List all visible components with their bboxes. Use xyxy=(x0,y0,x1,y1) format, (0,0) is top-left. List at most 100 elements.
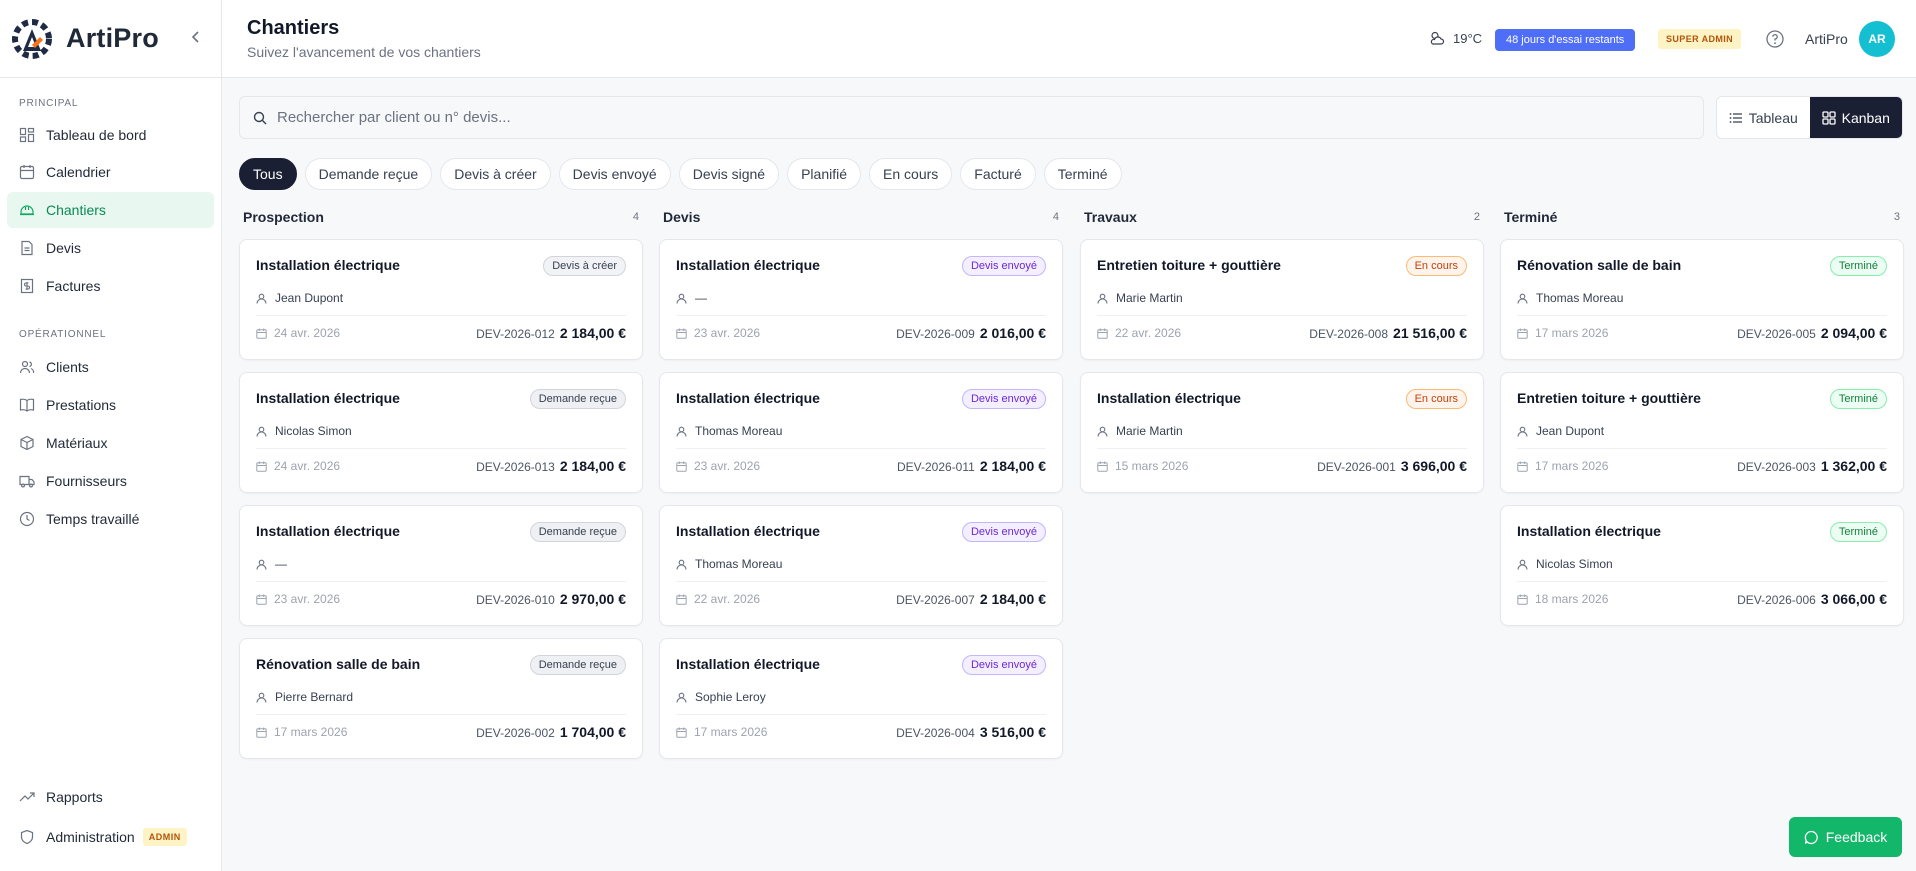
devis-number: DEV-2026-007 xyxy=(896,593,975,607)
sidebar-item-temps-travaille[interactable]: Temps travaillé xyxy=(7,501,214,537)
sidebar-item-calendrier[interactable]: Calendrier xyxy=(7,154,214,190)
filter-devis-a-creer[interactable]: Devis à créer xyxy=(440,158,551,190)
card-divider xyxy=(676,448,1046,449)
card-divider xyxy=(676,581,1046,582)
client-name: Marie Martin xyxy=(1116,291,1183,305)
user-name[interactable]: ArtiPro xyxy=(1805,31,1848,47)
user-icon xyxy=(256,426,267,437)
chantier-card[interactable]: Installation électrique Demande reçue — 23 … xyxy=(239,505,643,626)
shield-icon xyxy=(20,829,34,845)
filter-devis-envoye[interactable]: Devis envoyé xyxy=(558,158,671,190)
status-filters: Tous Demande reçue Devis à créer Devis e… xyxy=(239,158,1122,190)
card-title: Installation électrique xyxy=(256,390,400,406)
status-badge: Devis envoyé xyxy=(961,655,1046,675)
filter-demande-recue[interactable]: Demande reçue xyxy=(304,158,433,190)
sidebar-item-administration[interactable]: Administration ADMIN xyxy=(7,819,214,855)
devis-number: DEV-2026-006 xyxy=(1737,593,1816,607)
card-title: Entretien toiture + gouttière xyxy=(1097,257,1281,273)
filter-devis-signe[interactable]: Devis signé xyxy=(678,158,780,190)
view-table-button[interactable]: Tableau xyxy=(1717,97,1810,138)
filter-en-cours[interactable]: En cours xyxy=(869,158,953,190)
chantier-card[interactable]: Rénovation salle de bain Demande reçue Pie… xyxy=(239,638,643,759)
sidebar-item-tableau-de-bord[interactable]: Tableau de bord xyxy=(7,117,214,153)
date-text: 17 mars 2026 xyxy=(1535,459,1609,473)
devis-number: DEV-2026-011 xyxy=(896,460,975,474)
sidebar-item-prestations[interactable]: Prestations xyxy=(7,387,214,423)
card-date: 22 avr. 2026 xyxy=(1097,326,1181,340)
chantier-card[interactable]: Rénovation salle de bain Terminé Thomas Mo… xyxy=(1500,239,1904,360)
collapse-sidebar-button[interactable] xyxy=(187,30,205,48)
calendar-icon xyxy=(256,594,267,605)
user-icon xyxy=(1517,559,1528,570)
sidebar-item-fournisseurs[interactable]: Fournisseurs xyxy=(7,463,214,499)
chantier-card[interactable]: Entretien toiture + gouttière Terminé Jean… xyxy=(1500,372,1904,493)
sidebar-item-factures[interactable]: Factures xyxy=(7,268,214,304)
column-header: Devis 4 xyxy=(659,207,1063,227)
client-name: Nicolas Simon xyxy=(275,424,352,438)
chantier-card[interactable]: Installation électrique Devis envoyé Sophi… xyxy=(659,638,1063,759)
user-icon xyxy=(256,692,267,703)
column-header: Terminé 3 xyxy=(1500,207,1904,227)
card-divider xyxy=(676,714,1046,715)
chantier-card[interactable]: Entretien toiture + gouttière En cours Mar… xyxy=(1080,239,1484,360)
sidebar-item-chantiers[interactable]: Chantiers xyxy=(7,192,214,228)
card-divider xyxy=(256,714,626,715)
client-name: Thomas Moreau xyxy=(695,424,783,438)
card-divider xyxy=(256,315,626,316)
chantier-card[interactable]: Installation électrique Devis envoyé Thoma… xyxy=(659,372,1063,493)
card-date: 23 avr. 2026 xyxy=(676,326,760,340)
kanban-column: Terminé 3 Rénovation salle de bain Terminé T… xyxy=(1500,207,1904,638)
card-reference: DEV-2026-005 2 094,00 € xyxy=(1737,325,1887,341)
status-badge: Demande reçue xyxy=(529,522,626,542)
filter-termine[interactable]: Terminé xyxy=(1043,158,1122,190)
card-amount: 3 516,00 € xyxy=(979,724,1046,740)
artipro-logo-icon xyxy=(12,18,52,59)
card-date: 18 mars 2026 xyxy=(1517,592,1608,606)
chantier-card[interactable]: Installation électrique Devis envoyé — 23 a… xyxy=(659,239,1063,360)
user-icon xyxy=(676,293,687,304)
chantier-card[interactable]: Installation électrique Demande reçue Nico… xyxy=(239,372,643,493)
view-kanban-button[interactable]: Kanban xyxy=(1809,97,1902,138)
search-input[interactable] xyxy=(277,109,1677,126)
status-badge: Devis envoyé xyxy=(961,522,1046,542)
admin-badge: ADMIN xyxy=(142,828,187,846)
avatar[interactable]: AR xyxy=(1859,21,1895,57)
trial-badge[interactable]: 48 jours d'essai restants xyxy=(1495,29,1636,51)
sidebar-item-materiaux[interactable]: Matériaux xyxy=(7,425,214,461)
devis-number: DEV-2026-001 xyxy=(1317,460,1396,474)
status-badge: Devis envoyé xyxy=(961,389,1046,409)
feedback-button[interactable]: Feedback xyxy=(1789,817,1902,857)
user-icon xyxy=(676,692,687,703)
card-amount: 2 016,00 € xyxy=(979,325,1046,341)
card-reference: DEV-2026-011 2 184,00 € xyxy=(897,458,1046,474)
card-client: Marie Martin xyxy=(1097,424,1183,438)
clock-icon xyxy=(19,511,35,527)
card-reference: DEV-2026-006 3 066,00 € xyxy=(1737,591,1887,607)
column-title: Terminé xyxy=(1504,209,1558,225)
sidebar-item-clients[interactable]: Clients xyxy=(7,349,214,385)
card-amount: 3 066,00 € xyxy=(1820,591,1887,607)
chantier-card[interactable]: Installation électrique Devis à créer Jean… xyxy=(239,239,643,360)
chantier-card[interactable]: Installation électrique Devis envoyé Thoma… xyxy=(659,505,1063,626)
date-text: 22 avr. 2026 xyxy=(694,592,761,606)
chantier-card[interactable]: Installation électrique Terminé Nicolas Si… xyxy=(1500,505,1904,626)
filter-tous[interactable]: Tous xyxy=(239,158,297,190)
filter-planifie[interactable]: Planifié xyxy=(787,158,862,190)
card-reference: DEV-2026-009 2 016,00 € xyxy=(896,325,1046,341)
sidebar-item-label: Prestations xyxy=(46,397,117,413)
chantier-card[interactable]: Installation électrique En cours Marie Mar… xyxy=(1080,372,1484,493)
client-name: Nicolas Simon xyxy=(1536,557,1613,571)
sidebar-item-rapports[interactable]: Rapports xyxy=(7,779,214,815)
card-divider xyxy=(256,448,626,449)
role-badge: SUPER ADMIN xyxy=(1658,29,1742,49)
card-date: 15 mars 2026 xyxy=(1097,459,1188,473)
cloud-sun-icon xyxy=(1430,31,1445,45)
card-client: Marie Martin xyxy=(1097,291,1183,305)
status-badge: En cours xyxy=(1405,389,1467,409)
filter-facture[interactable]: Facturé xyxy=(960,158,1036,190)
calendar-icon xyxy=(1517,461,1528,472)
help-icon[interactable] xyxy=(1765,29,1785,49)
column-count: 4 xyxy=(632,211,639,223)
sidebar-item-devis[interactable]: Devis xyxy=(7,230,214,266)
user-icon xyxy=(676,426,687,437)
